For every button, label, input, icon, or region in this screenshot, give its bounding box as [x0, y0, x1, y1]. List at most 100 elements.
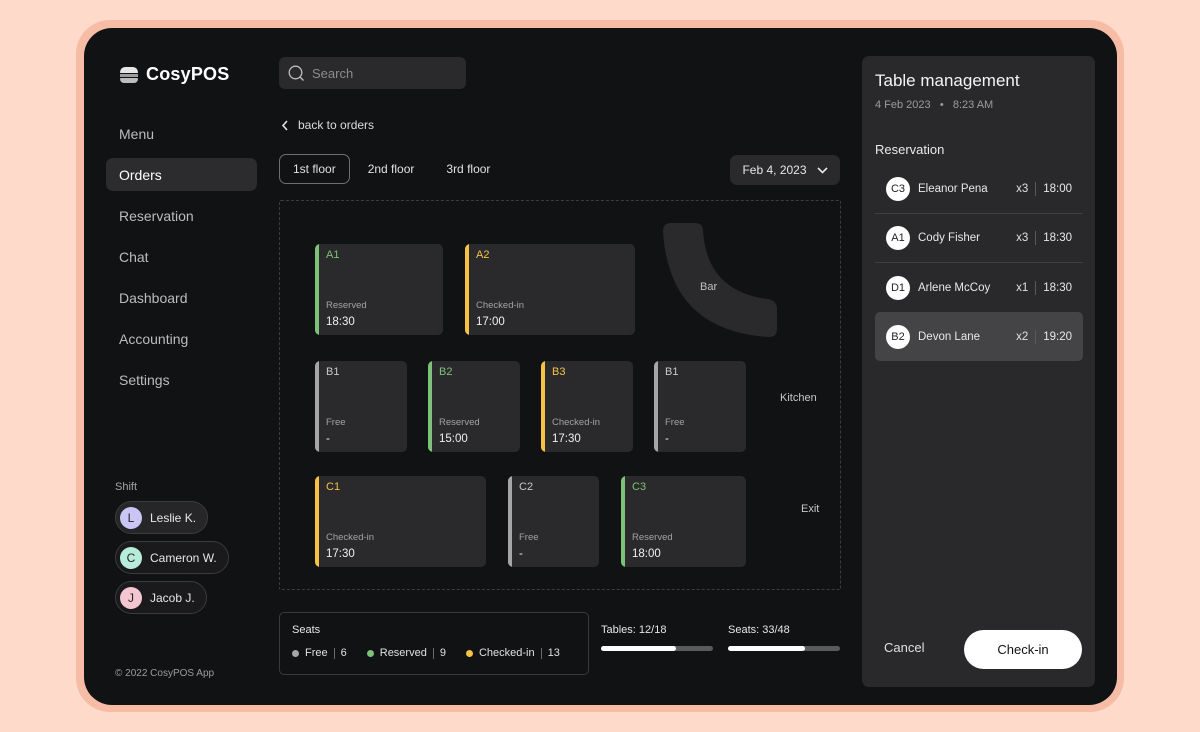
table-badge: D1	[886, 275, 910, 300]
panel-datetime: 4 Feb 2023 • 8:23 AM	[875, 99, 993, 111]
table-time: 18:00	[632, 548, 661, 560]
guest-count: x3	[1016, 183, 1029, 195]
reservation-row[interactable]: A1 Cody Fisher x3 18:30	[875, 214, 1083, 263]
check-in-button[interactable]: Check-in	[964, 630, 1082, 669]
avatar: C	[120, 546, 142, 569]
table-status: Checked-in	[476, 300, 525, 311]
shift-staff-chip[interactable]: L Leslie K.	[115, 501, 209, 534]
table-time: -	[326, 433, 330, 445]
tab-floor-2[interactable]: 2nd floor	[354, 154, 429, 184]
shift-staff-chip[interactable]: J Jacob J.	[115, 581, 207, 614]
tables-progress-track	[601, 646, 713, 651]
status-stripe	[654, 361, 658, 452]
table-time: 17:00	[476, 316, 505, 328]
table-status: Reserved	[326, 300, 367, 311]
divider	[1035, 280, 1037, 295]
table-id: B2	[439, 366, 453, 378]
table-status: Free	[326, 417, 346, 428]
sidebar-item-settings[interactable]: Settings	[106, 363, 257, 396]
table-a1[interactable]: A1 Reserved 18:30	[315, 244, 443, 335]
status-dot-icon	[366, 649, 374, 657]
legend-item-checked-in: Checked-in 13	[465, 647, 560, 659]
guest-count: x1	[1016, 281, 1029, 294]
copyright: © 2022 CosyPOS App	[115, 668, 215, 679]
reservation-row[interactable]: C3 Eleanor Pena x3 18:00	[875, 165, 1083, 214]
divider	[333, 647, 335, 659]
table-id: C2	[519, 481, 534, 493]
table-status: Checked-in	[326, 532, 375, 543]
shift-staff-list: L Leslie K. C Cameron W. J Jacob J.	[115, 501, 229, 621]
status-stripe	[508, 476, 512, 567]
sidebar-item-menu[interactable]: Menu	[106, 117, 257, 150]
cancel-button[interactable]: Cancel	[884, 640, 924, 655]
tab-floor-3[interactable]: 3rd floor	[432, 154, 504, 184]
table-id: A2	[476, 249, 490, 261]
table-time: 17:30	[326, 548, 355, 560]
divider	[432, 647, 434, 659]
table-b1[interactable]: B1 Free -	[654, 361, 746, 452]
shift-row: L Leslie K.	[115, 501, 229, 541]
staff-name: Jacob J.	[150, 590, 195, 605]
search-box[interactable]	[279, 57, 466, 89]
table-time: -	[519, 548, 523, 560]
table-c1[interactable]: C1 Checked-in 17:30	[315, 476, 486, 567]
status-dot-icon	[465, 649, 473, 657]
shift-staff-chip[interactable]: C Cameron W.	[115, 541, 229, 574]
table-b3[interactable]: B3 Checked-in 17:30	[541, 361, 633, 452]
table-id: C3	[632, 481, 647, 493]
table-id: B1	[665, 366, 679, 378]
divider	[540, 647, 542, 659]
table-c3[interactable]: C3 Reserved 18:00	[621, 476, 746, 567]
table-id: B3	[552, 366, 566, 378]
table-c2[interactable]: C2 Free -	[508, 476, 599, 567]
divider	[1035, 231, 1037, 245]
date-select[interactable]: Feb 4, 2023	[730, 155, 840, 185]
seats-occupancy: Seats: 33/48	[728, 624, 840, 651]
table-management-panel: Table management 4 Feb 2023 • 8:23 AM Re…	[862, 56, 1095, 687]
table-id: B1	[326, 366, 340, 378]
back-to-orders-link[interactable]: back to orders	[281, 118, 374, 132]
table-status: Free	[519, 532, 539, 543]
sidebar-item-accounting[interactable]: Accounting	[106, 322, 257, 355]
reservation-row[interactable]: D1 Arlene McCoy x1 18:30	[875, 263, 1083, 312]
floor-tabs: 1st floor 2nd floor 3rd floor	[279, 154, 504, 184]
status-stripe	[465, 244, 469, 335]
legend-item-free: Free 6	[292, 647, 347, 659]
shift-row: C Cameron W.	[115, 541, 229, 581]
tab-floor-1[interactable]: 1st floor	[279, 154, 350, 184]
reservation-list: C3 Eleanor Pena x3 18:00 A1 Cody Fisher x3 18:3…	[875, 165, 1083, 361]
tables-occupancy: Tables: 12/18	[601, 624, 713, 651]
seats-summary: Seats Free 6 Reserved 9 Checked-in 13	[279, 612, 589, 675]
table-time: -	[665, 433, 669, 445]
sidebar-item-chat[interactable]: Chat	[106, 240, 257, 273]
shift-row: J Jacob J.	[115, 581, 229, 621]
divider	[1035, 182, 1037, 196]
sidebar-item-orders[interactable]: Orders	[106, 158, 257, 191]
table-status: Reserved	[632, 532, 673, 543]
status-stripe	[315, 244, 319, 335]
bar-counter	[663, 223, 777, 337]
guest-name: Devon Lane	[918, 330, 981, 343]
panel-date: 4 Feb 2023	[875, 99, 931, 111]
table-b1[interactable]: B1 Free -	[315, 361, 407, 452]
table-time: 17:30	[552, 433, 581, 445]
seats-progress-fill	[728, 646, 805, 651]
status-stripe	[315, 476, 319, 567]
divider	[1035, 329, 1037, 344]
table-a2[interactable]: A2 Checked-in 17:00	[465, 244, 635, 335]
table-status: Free	[665, 417, 685, 428]
legend-label: Free	[305, 647, 328, 659]
sidebar-item-dashboard[interactable]: Dashboard	[106, 281, 257, 314]
reservation-time: 18:30	[1043, 281, 1072, 294]
reservation-row[interactable]: B2 Devon Lane x2 19:20	[875, 312, 1083, 361]
seats-progress-track	[728, 646, 840, 651]
guest-name: Cody Fisher	[918, 232, 980, 244]
table-b2[interactable]: B2 Reserved 15:00	[428, 361, 520, 452]
app-name: CosyPOS	[146, 64, 230, 84]
table-id: C1	[326, 481, 341, 493]
reservation-time: 18:00	[1043, 183, 1072, 195]
sidebar-item-reservation[interactable]: Reservation	[106, 199, 257, 232]
legend-item-reserved: Reserved 9	[366, 647, 446, 659]
search-input[interactable]	[312, 65, 452, 81]
staff-name: Cameron W.	[150, 550, 217, 565]
